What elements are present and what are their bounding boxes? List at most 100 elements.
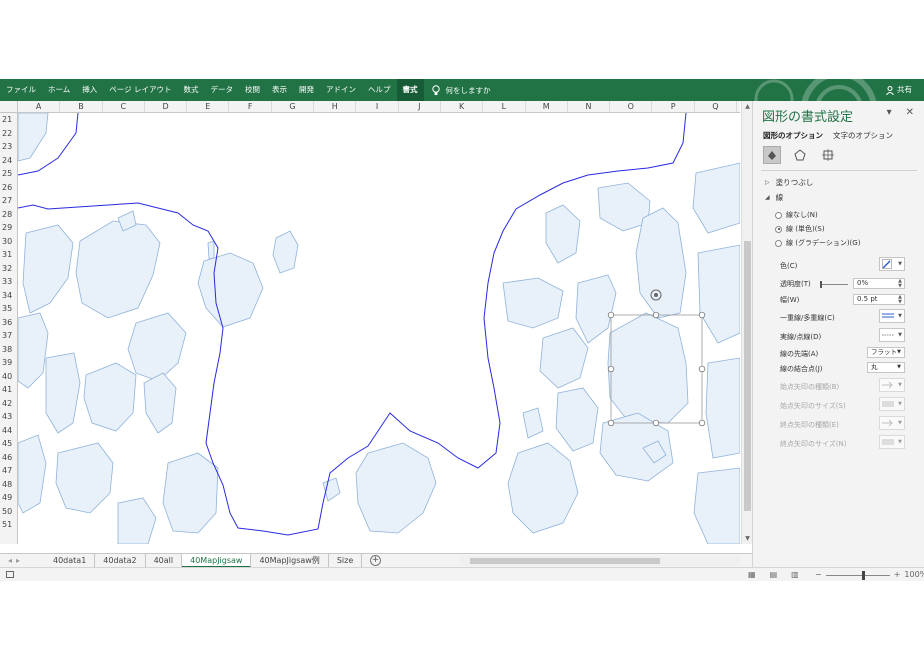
begin-arrow-size-dropdown[interactable]: ▼ [879, 397, 905, 411]
row-header[interactable]: 44 [0, 424, 17, 438]
scroll-thumb[interactable] [744, 241, 751, 511]
tell-me-box[interactable]: 何をしますか [431, 84, 491, 96]
tab-shape-options[interactable]: 図形のオプション [763, 130, 823, 141]
tab-help[interactable]: ヘルプ [362, 79, 397, 101]
tab-home[interactable]: ホーム [42, 79, 76, 101]
row-header[interactable]: 25 [0, 167, 17, 181]
slider-knob[interactable] [820, 281, 822, 288]
tab-file[interactable]: ファイル [0, 79, 42, 101]
line-section-header[interactable]: ◢ 線 [765, 192, 783, 203]
compound-type-dropdown[interactable]: ▼ [879, 309, 905, 323]
scroll-down-icon[interactable]: ▼ [743, 534, 752, 543]
tab-addins[interactable]: アドイン [320, 79, 362, 101]
fill-section-header[interactable]: ▷ 塗りつぶし [765, 177, 813, 188]
zoom-slider-knob[interactable] [861, 570, 865, 580]
column-header[interactable]: N [568, 101, 611, 112]
column-header[interactable]: P [652, 101, 695, 112]
zoom-slider[interactable] [825, 570, 890, 580]
resize-handle[interactable] [652, 419, 660, 427]
column-header[interactable]: M [526, 101, 568, 112]
row-header[interactable]: 45 [0, 437, 17, 451]
radio-gradient-line[interactable]: 線 (グラデーション)(G) [775, 238, 860, 248]
tab-page-layout[interactable]: ページ レイアウト [103, 79, 177, 101]
column-header[interactable]: E [187, 101, 230, 112]
column-header[interactable]: I [356, 101, 399, 112]
normal-view-icon[interactable]: ▦ [748, 570, 756, 579]
resize-handle[interactable] [607, 419, 615, 427]
tab-developer[interactable]: 開発 [293, 79, 320, 101]
select-all-corner[interactable] [0, 101, 18, 113]
resize-handle[interactable] [698, 419, 706, 427]
row-header[interactable]: 42 [0, 397, 17, 411]
end-arrow-size-dropdown[interactable]: ▼ [879, 435, 905, 449]
row-header[interactable]: 26 [0, 181, 17, 195]
row-header[interactable]: 49 [0, 491, 17, 505]
resize-handle[interactable] [698, 311, 706, 319]
column-header[interactable]: H [314, 101, 357, 112]
transparency-slider[interactable] [820, 281, 848, 288]
sheet-tab[interactable]: 40data1 [45, 554, 96, 568]
cap-type-dropdown[interactable]: フラット ▼ [867, 347, 905, 358]
row-header[interactable]: 51 [0, 518, 17, 532]
sheet-tab[interactable]: 40MapJigsaw例 [251, 554, 329, 568]
sheet-tab[interactable]: 40data2 [95, 554, 146, 568]
resize-handle[interactable] [652, 311, 660, 319]
column-header[interactable]: F [229, 101, 272, 112]
horizontal-scrollbar[interactable] [460, 556, 740, 566]
row-header[interactable]: 37 [0, 329, 17, 343]
row-header[interactable]: 39 [0, 356, 17, 370]
fill-line-icon[interactable] [763, 146, 781, 164]
transparency-input[interactable]: 0% ▲ ▼ [853, 278, 905, 289]
end-arrow-type-dropdown[interactable]: ▼ [879, 416, 905, 430]
add-sheet-icon[interactable]: + [370, 555, 381, 566]
zoom-out-button[interactable]: − [815, 568, 822, 582]
page-break-view-icon[interactable]: ▥ [791, 570, 799, 579]
size-properties-icon[interactable] [819, 146, 837, 164]
row-header[interactable]: 40 [0, 370, 17, 384]
row-header[interactable]: 46 [0, 451, 17, 465]
spinner-arrows-icon[interactable]: ▲ ▼ [898, 279, 902, 289]
column-header[interactable]: J [399, 101, 441, 112]
column-header[interactable]: L [483, 101, 526, 112]
row-header[interactable]: 43 [0, 410, 17, 424]
column-header[interactable]: B [60, 101, 103, 112]
row-header[interactable]: 38 [0, 343, 17, 357]
scroll-up-icon[interactable]: ▲ [743, 102, 752, 111]
join-type-dropdown[interactable]: 丸 ▼ [867, 362, 905, 373]
row-header[interactable]: 29 [0, 221, 17, 235]
sheet-nav-icon[interactable]: ◂▸ [8, 554, 24, 568]
tab-text-options[interactable]: 文字のオプション [833, 130, 893, 141]
row-header[interactable]: 50 [0, 505, 17, 519]
row-header[interactable]: 22 [0, 127, 17, 141]
tab-insert[interactable]: 挿入 [76, 79, 103, 101]
page-layout-view-icon[interactable]: ▤ [770, 570, 778, 579]
column-header[interactable]: G [272, 101, 315, 112]
tab-view[interactable]: 表示 [266, 79, 293, 101]
row-header[interactable]: 47 [0, 464, 17, 478]
row-header[interactable]: 21 [0, 113, 17, 127]
tab-review[interactable]: 校閲 [239, 79, 266, 101]
share-button[interactable]: 共有 [886, 79, 912, 101]
macro-record-icon[interactable] [6, 571, 14, 578]
radio-no-line[interactable]: 線なし(N) [775, 210, 818, 220]
column-header[interactable]: A [18, 101, 61, 112]
row-header[interactable]: 32 [0, 262, 17, 276]
resize-handle[interactable] [698, 365, 706, 373]
sheet-tab[interactable]: 40all [146, 554, 183, 568]
row-header[interactable]: 30 [0, 235, 17, 249]
tab-formulas[interactable]: 数式 [178, 79, 205, 101]
column-header[interactable]: D [145, 101, 188, 112]
column-header[interactable]: O [610, 101, 653, 112]
cell-area[interactable] [18, 113, 740, 544]
sheet-tab-active[interactable]: 40MapJigsaw [182, 554, 252, 568]
sheet-tab[interactable]: Size [329, 554, 363, 568]
row-header[interactable]: 48 [0, 478, 17, 492]
column-header[interactable]: C [103, 101, 145, 112]
zoom-in-button[interactable]: + [894, 568, 901, 582]
scroll-thumb[interactable] [470, 558, 660, 564]
line-color-picker[interactable]: ▼ [879, 257, 905, 271]
radio-solid-line[interactable]: 線 (単色)(S) [775, 224, 825, 234]
pane-options-icon[interactable]: ▾ [887, 107, 892, 118]
begin-arrow-type-dropdown[interactable]: ▼ [879, 378, 905, 392]
resize-handle[interactable] [607, 311, 615, 319]
